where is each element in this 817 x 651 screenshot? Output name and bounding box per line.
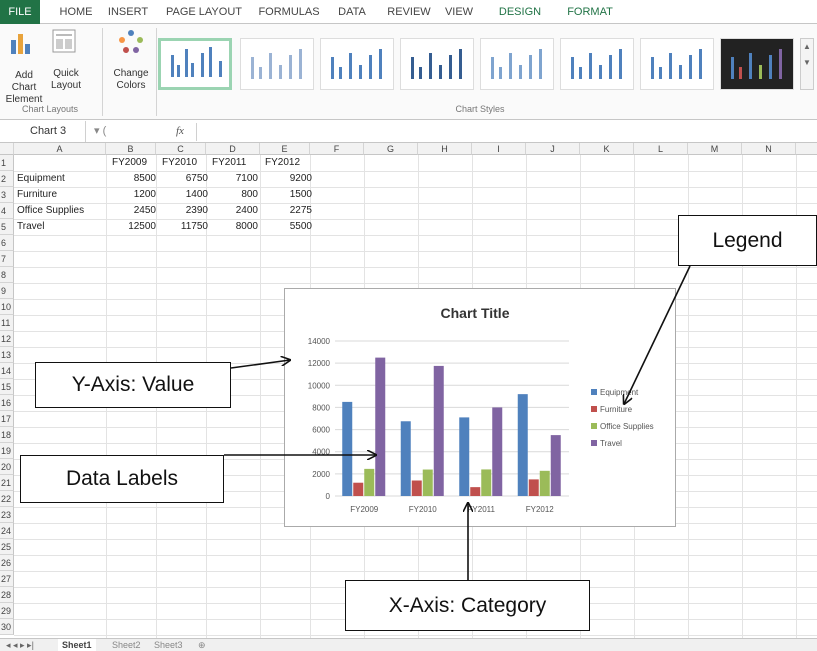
y-axis-arrow: [230, 360, 290, 369]
legend-arrow: [624, 265, 691, 404]
annotation-arrows: [224, 265, 691, 580]
